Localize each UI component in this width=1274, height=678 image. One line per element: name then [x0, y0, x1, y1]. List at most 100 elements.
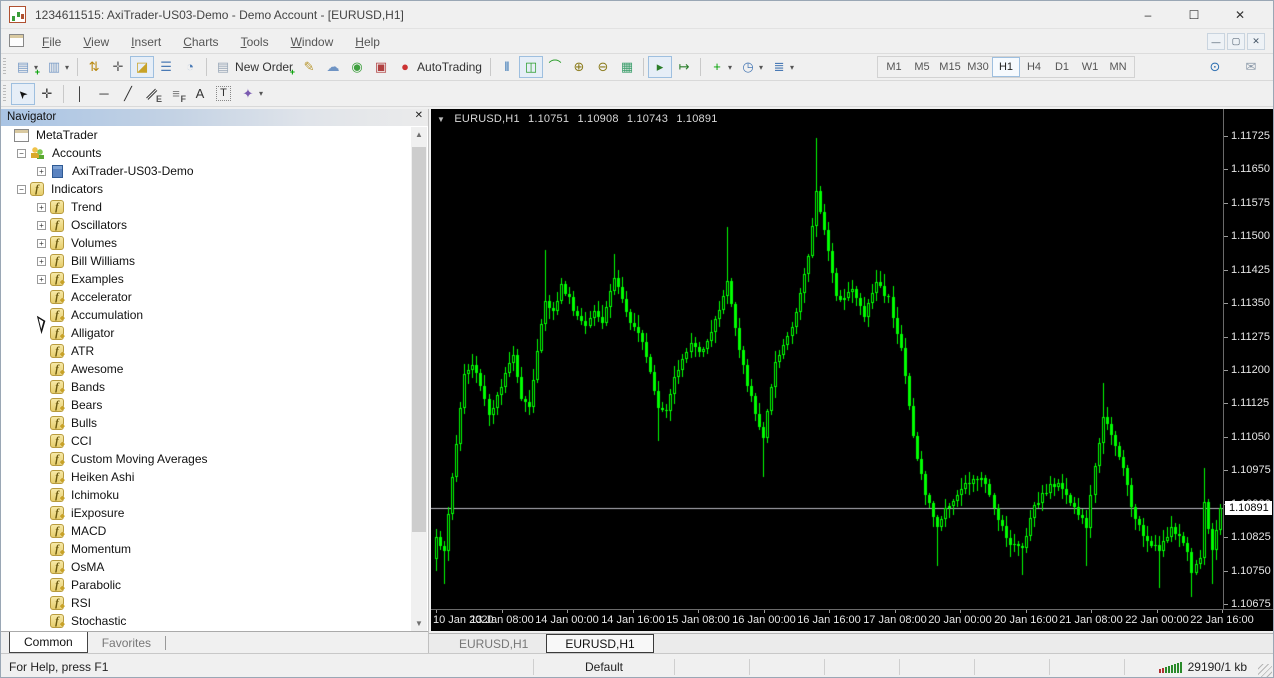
- tree-item-accelerator[interactable]: f Accelerator: [1, 288, 411, 306]
- timeframe-w1[interactable]: W1: [1076, 57, 1104, 77]
- line-chart-button[interactable]: ⌒: [543, 56, 567, 78]
- profiles-button[interactable]: ▥ ▾: [42, 56, 73, 78]
- periods-caret-icon[interactable]: ▾: [759, 63, 763, 72]
- navigator-close-icon[interactable]: ✕: [415, 110, 423, 121]
- indicators-list-caret-icon[interactable]: ▾: [728, 63, 732, 72]
- close-button[interactable]: ✕: [1217, 1, 1263, 29]
- tree-item-momentum[interactable]: f Momentum: [1, 540, 411, 558]
- terminal-button[interactable]: ☰: [154, 56, 178, 78]
- data-window-button[interactable]: ✛: [106, 56, 130, 78]
- tree-item-rsi[interactable]: f RSI: [1, 594, 411, 612]
- tree-item-examples[interactable]: + f Examples: [1, 270, 411, 288]
- menu-tools[interactable]: Tools: [230, 31, 280, 53]
- time-axis[interactable]: 10 Jan 2020 13 Jan 08:00 14 Jan 00:00 14 Ja…: [431, 609, 1273, 631]
- search-button[interactable]: ⊙: [1203, 56, 1227, 78]
- tree-item-cci[interactable]: f CCI: [1, 432, 411, 450]
- tile-windows-button[interactable]: ▦: [615, 56, 639, 78]
- chevron-down-icon[interactable]: ▼: [437, 115, 445, 124]
- timeframe-h4[interactable]: H4: [1020, 57, 1048, 77]
- chart-tab-1[interactable]: EURUSD,H1: [441, 634, 546, 653]
- expand-toggle-icon[interactable]: +: [37, 238, 46, 248]
- auto-scroll-button[interactable]: ▸: [647, 56, 672, 78]
- tree-item-stochastic[interactable]: f Stochastic: [1, 612, 411, 630]
- templates-button[interactable]: ≣ ▾: [767, 56, 798, 78]
- tree-item-iexposure[interactable]: f iExposure: [1, 504, 411, 522]
- expand-toggle-icon[interactable]: +: [37, 274, 46, 284]
- autotrading-button[interactable]: ● AutoTrading: [393, 56, 486, 78]
- navigator-button[interactable]: ◪: [130, 56, 155, 78]
- tree-item-trend[interactable]: + f Trend: [1, 198, 411, 216]
- strategy-tester-button[interactable]: ◔: [178, 56, 202, 78]
- resize-grip[interactable]: [1258, 664, 1272, 677]
- tree-item-awesome[interactable]: f Awesome: [1, 360, 411, 378]
- child-close-button[interactable]: ✕: [1247, 33, 1265, 50]
- expand-toggle-icon[interactable]: +: [37, 202, 46, 212]
- new-chart-button[interactable]: ▤ + ▾: [11, 56, 42, 78]
- vertical-line-button[interactable]: │: [68, 83, 92, 105]
- collapse-toggle-icon[interactable]: −: [17, 184, 26, 194]
- templates-caret-icon[interactable]: ▾: [790, 63, 794, 72]
- indicators-list-button[interactable]: + ▾: [705, 56, 736, 78]
- menu-help[interactable]: Help: [344, 31, 391, 53]
- text-label-button[interactable]: T: [212, 83, 236, 105]
- menu-insert[interactable]: Insert: [120, 31, 172, 53]
- profiles-caret-icon[interactable]: ▾: [65, 63, 69, 72]
- maximize-button[interactable]: ☐: [1171, 1, 1217, 29]
- expand-toggle-icon[interactable]: +: [37, 166, 46, 176]
- timeframe-d1[interactable]: D1: [1048, 57, 1076, 77]
- market-watch-button[interactable]: ⇅: [82, 56, 106, 78]
- zoom-out-button[interactable]: ⊖: [591, 56, 615, 78]
- scroll-up-icon[interactable]: ▲: [411, 127, 427, 142]
- tree-item-bands[interactable]: f Bands: [1, 378, 411, 396]
- timeframe-m5[interactable]: M5: [908, 57, 936, 77]
- menu-file[interactable]: File: [31, 31, 72, 53]
- minimize-button[interactable]: –: [1125, 1, 1171, 29]
- tree-item-metatrader[interactable]: MetaTrader: [1, 126, 411, 144]
- signals-button[interactable]: ◉: [345, 56, 369, 78]
- arrows-button[interactable]: ✦ ▾: [236, 83, 267, 105]
- tree-item-bulls[interactable]: f Bulls: [1, 414, 411, 432]
- tree-item-indicators[interactable]: − f Indicators: [1, 180, 411, 198]
- chart-tab-2[interactable]: EURUSD,H1: [546, 634, 654, 653]
- menu-charts[interactable]: Charts: [172, 31, 229, 53]
- tree-item-bill-williams[interactable]: + f Bill Williams: [1, 252, 411, 270]
- tree-item-atr[interactable]: f ATR: [1, 342, 411, 360]
- bar-chart-button[interactable]: ‖: [495, 56, 519, 78]
- navigator-scrollbar[interactable]: ▲ ▼: [411, 127, 427, 631]
- chat-button[interactable]: ✉: [1239, 56, 1263, 78]
- tree-item-osma[interactable]: f OsMA: [1, 558, 411, 576]
- new-order-button[interactable]: ▤ + New Order: [211, 56, 297, 78]
- menu-window[interactable]: Window: [280, 31, 345, 53]
- expand-toggle-icon[interactable]: +: [37, 220, 46, 230]
- tree-item-alligator[interactable]: fAlligator: [1, 324, 411, 342]
- tree-item-accounts[interactable]: − Accounts: [1, 144, 411, 162]
- scrollbar-thumb[interactable]: [412, 147, 426, 532]
- child-minimize-button[interactable]: —: [1207, 33, 1225, 50]
- tree-item-bears[interactable]: f Bears: [1, 396, 411, 414]
- timeframe-m15[interactable]: M15: [936, 57, 964, 77]
- tree-item-heiken-ashi[interactable]: f Heiken Ashi: [1, 468, 411, 486]
- collapse-toggle-icon[interactable]: −: [17, 148, 26, 158]
- navigator-tab-favorites[interactable]: Favorites: [88, 632, 165, 653]
- tree-item-ichimoku[interactable]: f Ichimoku: [1, 486, 411, 504]
- horizontal-line-button[interactable]: ─: [92, 83, 116, 105]
- tree-item-oscillators[interactable]: + f Oscillators: [1, 216, 411, 234]
- child-restore-button[interactable]: ▢: [1227, 33, 1245, 50]
- arrows-caret-icon[interactable]: ▾: [259, 89, 263, 98]
- market-button[interactable]: ▣: [369, 56, 393, 78]
- zoom-in-button[interactable]: ⊕: [567, 56, 591, 78]
- tree-item-parabolic[interactable]: f Parabolic: [1, 576, 411, 594]
- metaeditor-button[interactable]: ✎: [297, 56, 321, 78]
- status-profile[interactable]: Default: [534, 654, 674, 677]
- virtual-hosting-button[interactable]: ☁: [321, 56, 345, 78]
- tree-item-custom-moving-averages[interactable]: f Custom Moving Averages: [1, 450, 411, 468]
- navigator-header[interactable]: Navigator ✕: [1, 109, 428, 126]
- timeframe-h1[interactable]: H1: [992, 57, 1020, 77]
- equidistant-channel-button[interactable]: ∥ E: [140, 83, 164, 105]
- cursor-button[interactable]: ➤: [11, 82, 35, 105]
- timeframe-m1[interactable]: M1: [880, 57, 908, 77]
- crosshair-button[interactable]: ✛: [35, 83, 59, 105]
- menu-view[interactable]: View: [72, 31, 120, 53]
- timeframe-m30[interactable]: M30: [964, 57, 992, 77]
- expand-toggle-icon[interactable]: +: [37, 256, 46, 266]
